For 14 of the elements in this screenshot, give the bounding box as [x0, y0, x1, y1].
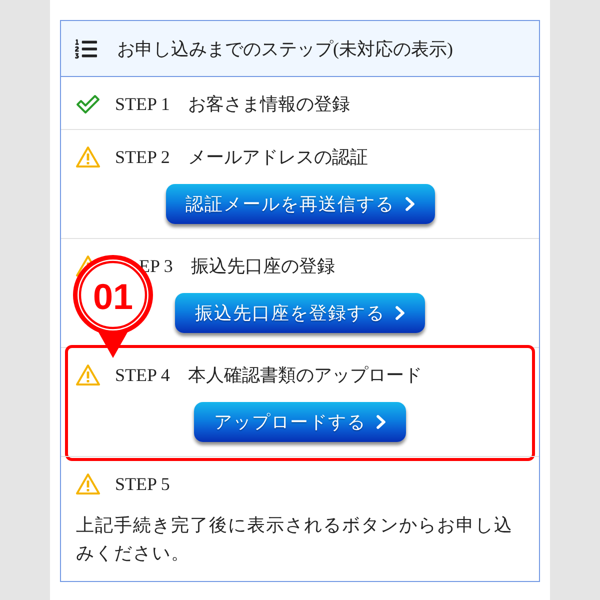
action-button[interactable]: 認証メールを再送信する: [166, 184, 434, 224]
step-title: STEP 2 メールアドレスの認証: [115, 146, 368, 168]
marker-number: 01: [92, 276, 134, 317]
chevron-right-icon: [376, 415, 386, 429]
action-button[interactable]: アップロードする: [194, 402, 406, 442]
step-title: STEP 1 お客さま情報の登録: [115, 93, 350, 115]
chevron-right-icon: [395, 306, 405, 320]
header-title: お申し込みまでのステップ(未対応の表示): [117, 38, 453, 60]
numbered-list-icon: [75, 38, 97, 60]
step-title: STEP 4 本人確認書類のアップロード: [115, 364, 422, 386]
step-title: STEP 5: [115, 473, 170, 495]
chevron-right-icon: [404, 197, 414, 211]
step-description: 上記手続き完了後に表示されるボタンからお申し込みください。: [76, 514, 514, 565]
action-button[interactable]: 振込先口座を登録する: [175, 293, 425, 333]
